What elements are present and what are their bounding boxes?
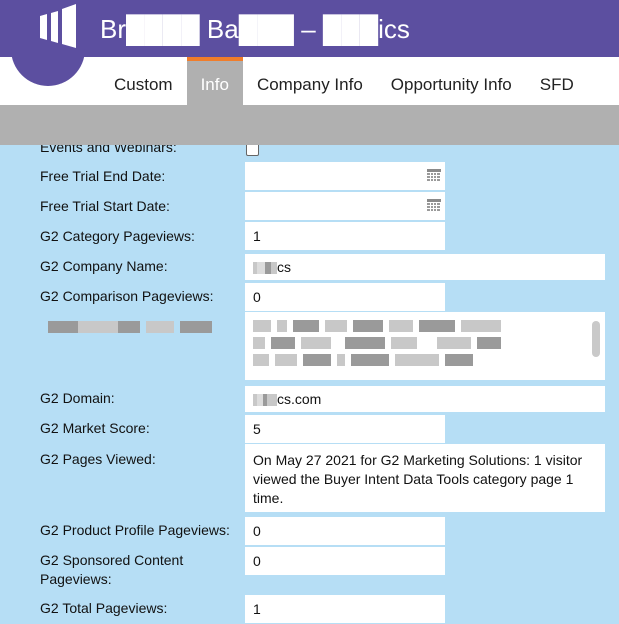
redacted-text [180,321,212,334]
calendar-icon[interactable] [427,199,441,212]
redacted-text [395,354,439,366]
redacted-text [277,320,287,332]
redacted-text [146,321,174,334]
g2-comparison-pageviews-label: G2 Comparison Pageviews: [40,288,214,304]
redacted-text [253,354,269,366]
g2-domain-field[interactable]: cs.com [245,386,605,412]
redacted-text [477,337,501,349]
g2-total-pageviews-label: G2 Total Pageviews: [40,600,168,616]
redacted-text [391,337,417,349]
free-trial-start-field[interactable] [245,192,445,220]
g2-domain-value: cs.com [277,391,322,407]
redacted-text [437,337,471,349]
redacted-text [353,320,383,332]
redacted-text [461,320,501,332]
info-form: Events and Webinars: Free Trial End Date… [0,0,619,624]
redacted-text [325,320,347,332]
calendar-icon[interactable] [427,169,441,182]
redacted-text [275,354,297,366]
redacted-text [293,320,319,332]
toolbar-band [0,105,619,145]
redacted-text [118,321,140,334]
redacted-text [267,394,277,407]
redacted-text [271,337,295,349]
redacted-text [48,321,78,334]
g2-product-profile-pageviews-field[interactable]: 0 [245,517,445,545]
g2-sponsored-content-pageviews-label: G2 Sponsored Content Pageviews: [40,552,184,587]
redacted-text [78,321,118,334]
g2-product-profile-pageviews-label: G2 Product Profile Pageviews: [40,522,230,538]
g2-comparison-pageviews-field[interactable]: 0 [245,283,445,311]
redacted-text [257,262,265,275]
g2-market-score-field[interactable]: 5 [245,415,445,443]
g2-market-score-label: G2 Market Score: [40,420,150,436]
g2-company-name-field[interactable]: cs [245,254,605,280]
free-trial-end-field[interactable] [245,162,445,190]
free-trial-end-label: Free Trial End Date: [40,168,166,184]
g2-pages-viewed-field[interactable]: On May 27 2021 for G2 Marketing Solution… [245,444,605,512]
g2-company-name-value: cs [277,259,291,275]
redacted-label [48,317,238,336]
redacted-text [301,337,331,349]
g2-pages-viewed-label: G2 Pages Viewed: [40,451,156,467]
redacted-textarea[interactable] [245,312,605,380]
textarea-scrollbar[interactable] [592,321,600,357]
redacted-text [303,354,331,366]
g2-sponsored-content-pageviews-field[interactable]: 0 [245,547,445,575]
g2-category-pageviews-label: G2 Category Pageviews: [40,228,195,244]
redacted-text [419,320,455,332]
redacted-text [445,354,473,366]
g2-category-pageviews-field[interactable]: 1 [245,222,445,250]
redacted-text [351,354,389,366]
g2-company-name-label: G2 Company Name: [40,258,168,274]
free-trial-start-label: Free Trial Start Date: [40,198,170,214]
redacted-text [389,320,413,332]
redacted-text [345,337,385,349]
redacted-text [337,354,345,366]
redacted-text [253,320,271,332]
g2-domain-label: G2 Domain: [40,390,115,406]
g2-total-pageviews-field[interactable]: 1 [245,595,445,623]
redacted-text [253,337,265,349]
